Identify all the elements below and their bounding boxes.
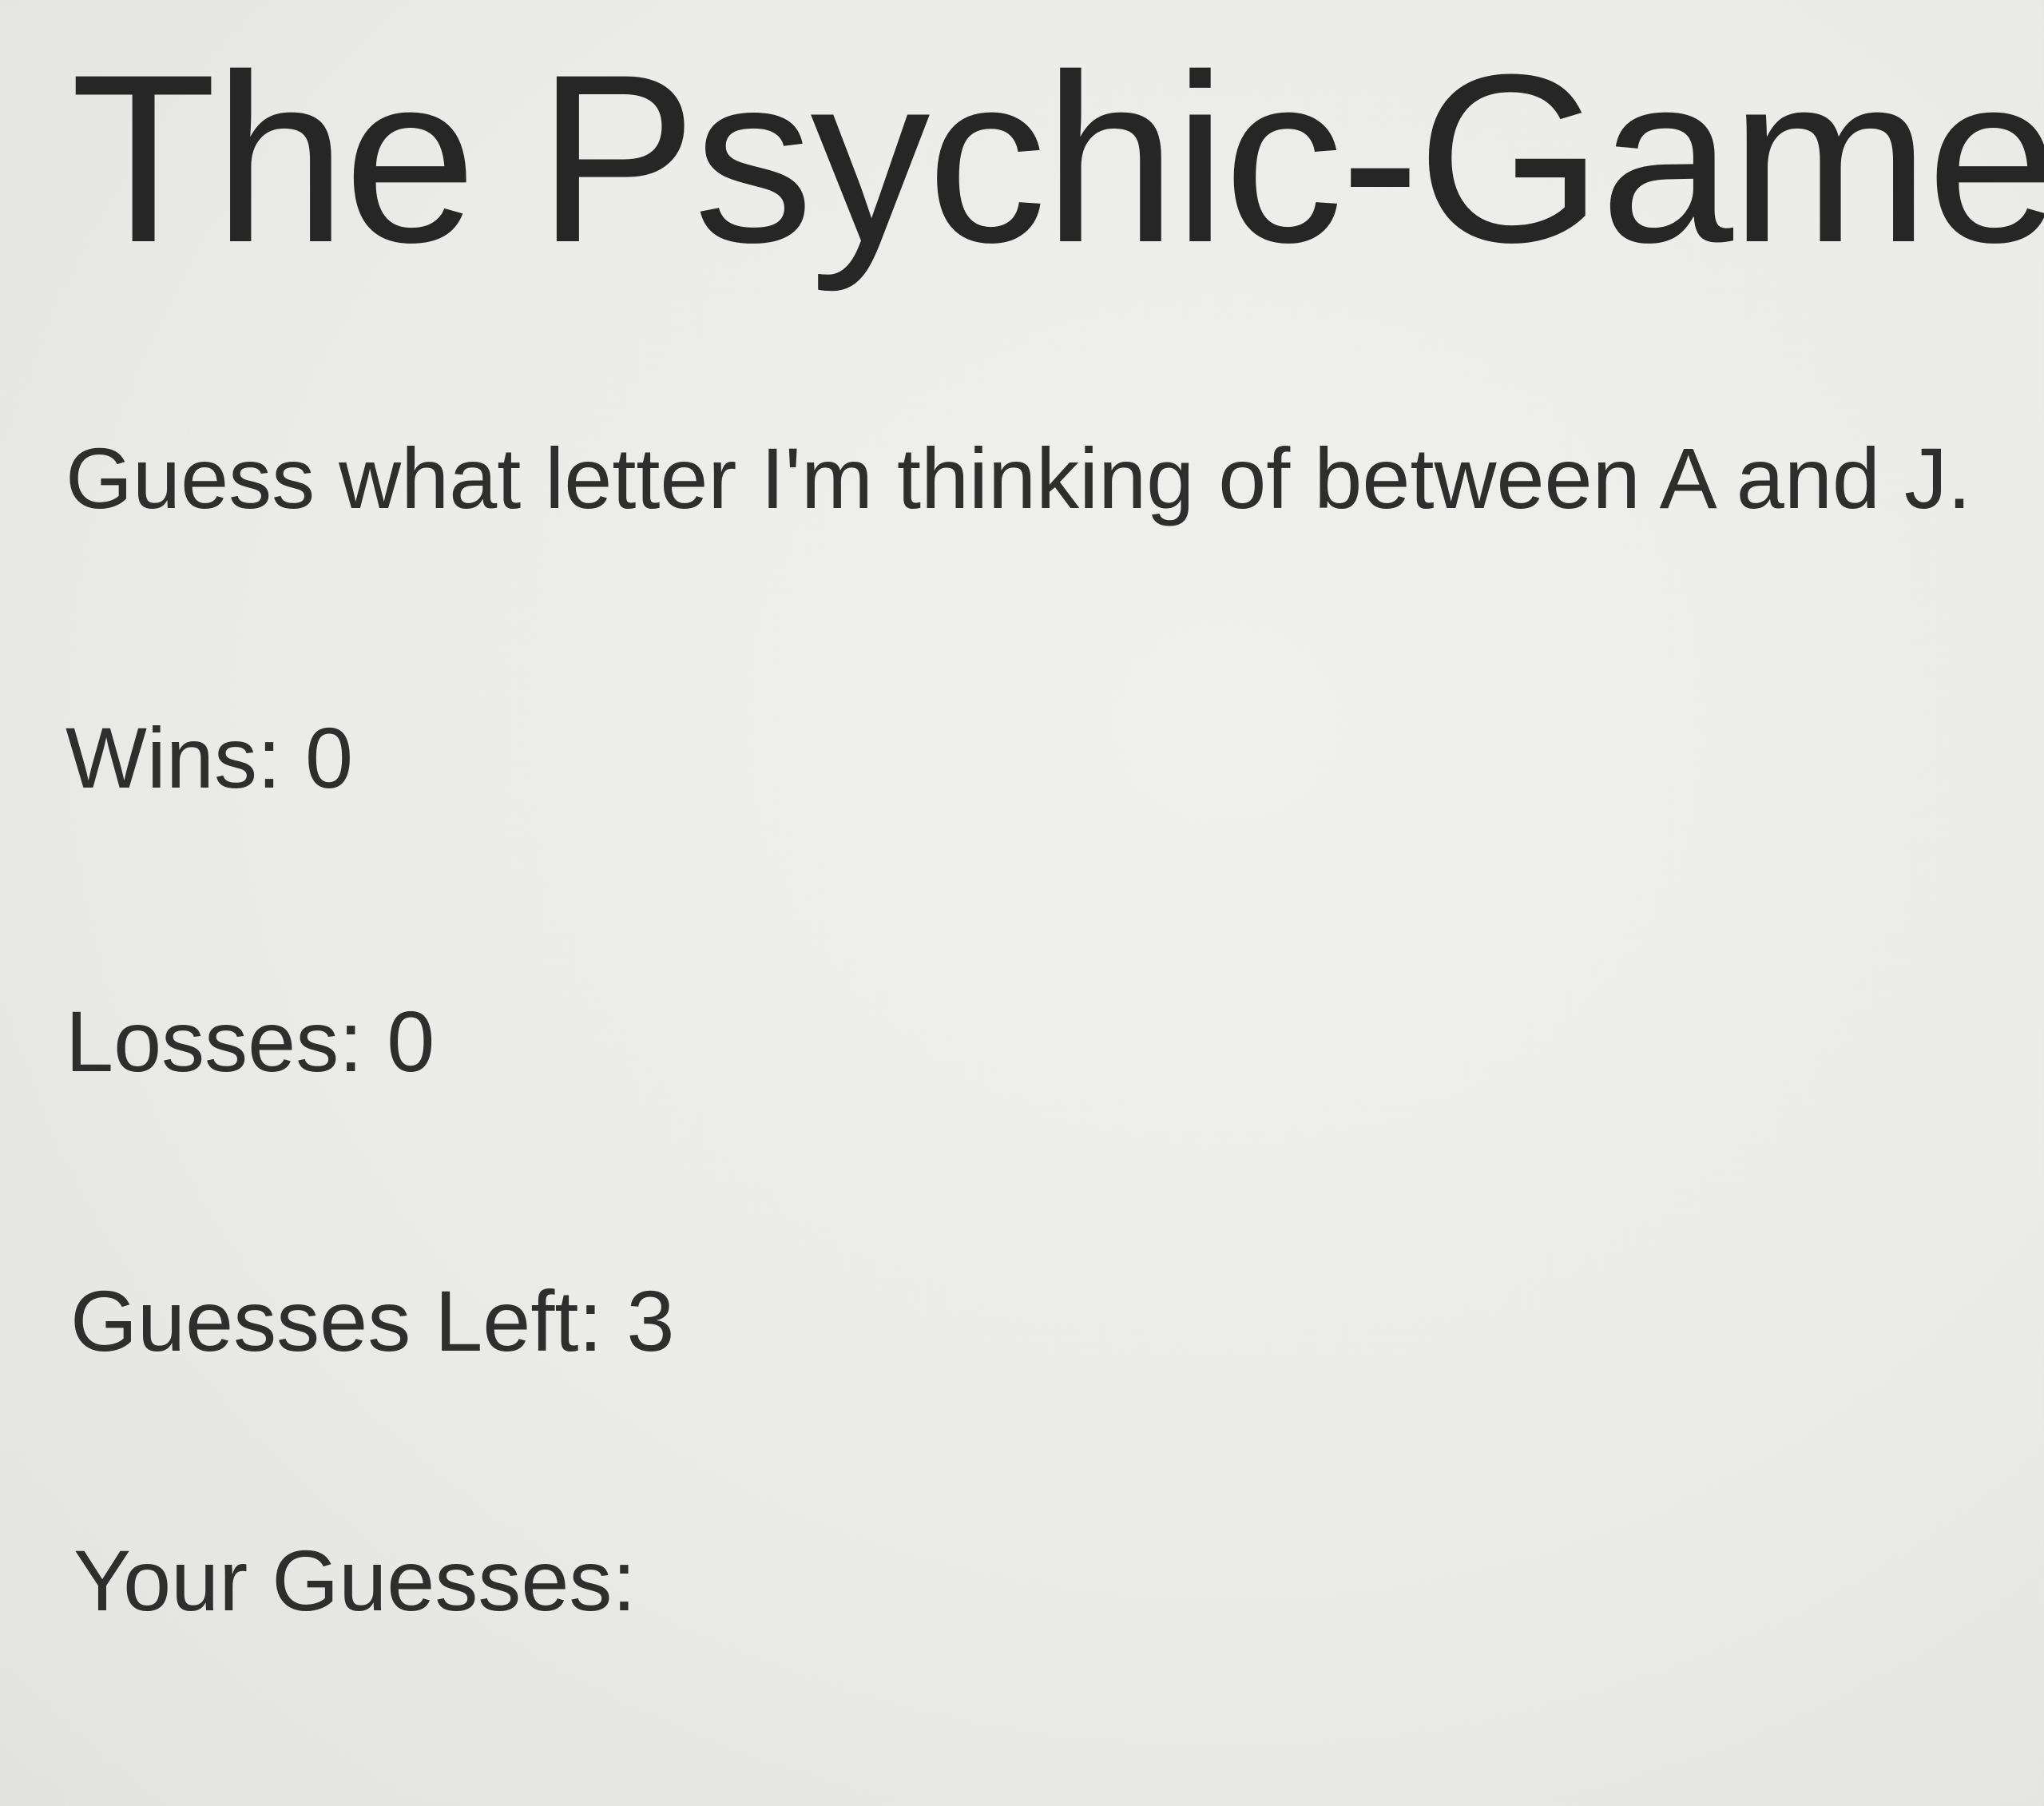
wins-label: Wins: bbox=[65, 709, 281, 806]
guesses-left-value: 3 bbox=[626, 1272, 675, 1369]
psychic-game-page: The Psychic-Game. Guess what letter I'm … bbox=[0, 0, 2044, 1806]
wins-counter: Wins: 0 bbox=[65, 715, 353, 801]
guesses-left-label: Guesses Left: bbox=[70, 1272, 603, 1369]
instructions-text: Guess what letter I'm thinking of betwee… bbox=[65, 430, 1971, 526]
losses-label: Losses: bbox=[65, 993, 363, 1090]
page-title: The Psychic-Game. bbox=[70, 24, 2044, 292]
losses-value: 0 bbox=[387, 993, 435, 1090]
your-guesses-label: Your Guesses: bbox=[73, 1532, 637, 1629]
your-guesses-list: Your Guesses: bbox=[73, 1538, 636, 1624]
guesses-left-counter: Guesses Left: 3 bbox=[70, 1278, 674, 1364]
wins-value: 0 bbox=[305, 709, 354, 806]
losses-counter: Losses: 0 bbox=[65, 998, 435, 1085]
